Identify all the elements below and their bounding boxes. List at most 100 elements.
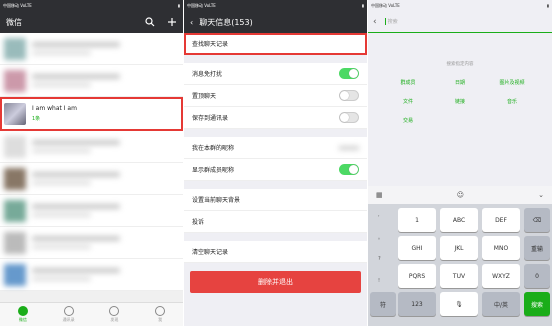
filter-files[interactable]: 文件: [382, 98, 434, 105]
top-nav: 微信: [0, 11, 183, 33]
search-history-screen: 中国移动 VoLTE ▮ ‹ 搜索 搜索指定内容 群成员 日期 图片及视频 文件 …: [368, 0, 552, 326]
key-exclaim[interactable]: !: [378, 278, 380, 284]
status-bar: 中国移动 VoLTE ▮: [368, 0, 552, 11]
key-ghi[interactable]: GHI: [398, 236, 436, 260]
filter-music[interactable]: 音乐: [486, 98, 538, 105]
top-nav: ‹ 聊天信息(153): [184, 11, 367, 33]
avatar: [4, 199, 26, 222]
list-item[interactable]: [0, 227, 183, 259]
numbers-key[interactable]: 123: [398, 292, 436, 316]
key-tuv[interactable]: TUV: [440, 264, 478, 288]
avatar: [4, 37, 26, 60]
page-title: 微信: [6, 17, 22, 27]
bottom-tab-bar: 微信 通讯录 发现 我: [0, 302, 183, 326]
compass-icon: [109, 306, 120, 316]
emoji-icon[interactable]: ☺: [457, 191, 464, 199]
avatar: [4, 135, 26, 158]
key-1[interactable]: 1: [398, 208, 436, 232]
status-bar: 中国移动 VoLTE ▮: [0, 0, 183, 11]
voice-key[interactable]: 🎙: [440, 292, 478, 316]
status-bar: 中国移动 VoLTE ▮: [184, 0, 367, 11]
complain-row[interactable]: 投诉: [184, 211, 367, 233]
pin-toggle[interactable]: [339, 90, 359, 101]
filter-date[interactable]: 日期: [434, 79, 486, 86]
tab-chats[interactable]: 微信: [0, 303, 46, 326]
chat-bubble-icon: [17, 306, 28, 316]
backspace-icon: ⌫: [532, 216, 542, 224]
chat-list: I am what I am 1条: [0, 33, 183, 291]
collapse-keyboard-icon[interactable]: ⌄: [538, 191, 544, 199]
tab-discover[interactable]: 发现: [92, 303, 138, 326]
page-title: 聊天信息(153): [199, 17, 253, 27]
person-icon: [155, 306, 166, 316]
list-item[interactable]: [0, 33, 183, 65]
filter-links[interactable]: 链接: [434, 98, 486, 105]
save-contacts-row: 保存到通讯录: [184, 107, 367, 129]
show-nicknames-row: 显示群成员昵称: [184, 159, 367, 181]
key-comma[interactable]: ,: [378, 212, 380, 218]
add-icon[interactable]: [167, 17, 177, 27]
chat-list-screen: 中国移动 VoLTE ▮ 微信 I am what I am 1条 微信 通讯录 …: [0, 0, 183, 326]
key-0[interactable]: 0: [524, 264, 550, 288]
battery-icon: ▮: [546, 3, 549, 8]
clear-history-row[interactable]: 清空聊天记录: [184, 241, 367, 263]
carrier: 中国移动 VoLTE: [187, 2, 216, 8]
carrier: 中国移动 VoLTE: [3, 2, 32, 8]
symbols-key[interactable]: 符: [370, 292, 396, 316]
dnd-row: 消息免打扰: [184, 63, 367, 85]
tab-contacts[interactable]: 通讯录: [46, 303, 92, 326]
microphone-icon: 🎙: [455, 300, 463, 308]
group-avatar: [4, 102, 26, 125]
battery-icon: ▮: [177, 3, 180, 8]
reenter-key[interactable]: 重输: [524, 236, 550, 260]
search-icon[interactable]: [145, 17, 155, 27]
key-pqrs[interactable]: PQRS: [398, 264, 436, 288]
find-history-row[interactable]: 查找聊天记录: [184, 33, 367, 55]
my-nickname-row[interactable]: 我在本群的昵称: [184, 137, 367, 159]
list-item[interactable]: [0, 195, 183, 227]
search-key[interactable]: 搜索: [524, 292, 550, 316]
highlighted-chat-item[interactable]: I am what I am 1条: [0, 97, 183, 131]
key-question[interactable]: ?: [378, 256, 381, 262]
key-abc[interactable]: ABC: [440, 208, 478, 232]
chat-subtitle: 1条: [32, 116, 41, 122]
show-nicknames-toggle[interactable]: [339, 164, 359, 175]
dnd-toggle[interactable]: [339, 68, 359, 79]
back-icon[interactable]: ‹: [373, 17, 377, 27]
filter-transactions[interactable]: 交易: [382, 117, 434, 124]
pin-row: 置顶聊天: [184, 85, 367, 107]
list-item[interactable]: [0, 131, 183, 163]
search-filter-links: 群成员 日期 图片及视频 文件 链接 音乐 交易: [382, 79, 538, 124]
save-contacts-toggle[interactable]: [339, 112, 359, 123]
filter-members[interactable]: 群成员: [382, 79, 434, 86]
keyboard-grid-icon[interactable]: ▦: [376, 191, 383, 199]
key-mno[interactable]: MNO: [482, 236, 520, 260]
key-wxyz[interactable]: WXYZ: [482, 264, 520, 288]
avatar: [4, 263, 26, 286]
chat-info-screen: 中国移动 VoLTE ▮ ‹ 聊天信息(153) 查找聊天记录 消息免打扰 置顶聊…: [184, 0, 367, 326]
set-background-row[interactable]: 设置当前聊天背景: [184, 189, 367, 211]
delete-exit-button[interactable]: 删除并退出: [190, 271, 361, 293]
search-hint: 搜索指定内容: [446, 62, 474, 67]
search-input[interactable]: 搜索: [384, 18, 398, 25]
battery-icon: ▮: [361, 3, 364, 8]
language-key[interactable]: 中/英: [482, 292, 520, 316]
contacts-icon: [63, 306, 74, 316]
keyboard: ▦ ☺ ⌄ , 。 ? ! 1 ABC DEF ⌫ GHI JKL MNO 重输…: [368, 186, 552, 326]
avatar: [4, 69, 26, 92]
list-item[interactable]: [0, 65, 183, 97]
key-period[interactable]: 。: [378, 234, 383, 241]
list-item[interactable]: [0, 259, 183, 291]
keyboard-toolbar: ▦ ☺ ⌄: [368, 186, 552, 204]
backspace-key[interactable]: ⌫: [524, 208, 550, 232]
avatar: [4, 231, 26, 254]
tab-me[interactable]: 我: [137, 303, 183, 326]
key-jkl[interactable]: JKL: [440, 236, 478, 260]
carrier: 中国移动 VoLTE: [371, 2, 400, 8]
list-item[interactable]: [0, 163, 183, 195]
back-icon[interactable]: ‹: [190, 18, 193, 27]
search-bar: ‹ 搜索: [368, 11, 552, 33]
key-def[interactable]: DEF: [482, 208, 520, 232]
filter-media[interactable]: 图片及视频: [486, 79, 538, 86]
chat-title: I am what I am: [32, 105, 77, 112]
